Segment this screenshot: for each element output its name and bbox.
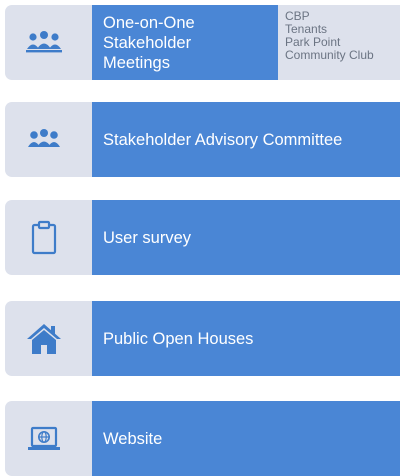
icon-tab (5, 200, 100, 275)
process-item-survey: User survey (5, 200, 400, 275)
people-group-icon (28, 129, 60, 147)
icon-tab (5, 102, 100, 177)
process-label: Public Open Houses (103, 329, 254, 348)
people-group-icon (26, 31, 62, 53)
process-item-meetings: One-on-One Stakeholder Meetings CBP Tena… (5, 5, 400, 80)
process-label: User survey (103, 228, 192, 247)
icon-tab (5, 401, 100, 476)
process-label: Website (103, 429, 163, 448)
process-bar: User survey (92, 200, 400, 275)
process-label: One-on-One Stakeholder Meetings (103, 13, 195, 72)
process-item-open-houses: Public Open Houses (5, 301, 400, 376)
stakeholder-list: CBP Tenants Park Point Community Club (278, 5, 400, 80)
clipboard-icon (31, 220, 57, 255)
icon-tab (5, 5, 100, 80)
process-bar: Website (92, 401, 400, 476)
laptop-globe-icon (28, 426, 60, 450)
process-bar: Public Open Houses (92, 301, 400, 376)
process-label: Stakeholder Advisory Committee (103, 130, 343, 149)
house-icon (27, 324, 61, 354)
process-bar: Stakeholder Advisory Committee (92, 102, 400, 177)
process-item-website: Website (5, 401, 400, 476)
process-bar: One-on-One Stakeholder Meetings (92, 5, 278, 80)
stakeholder-item: Community Club (285, 48, 374, 62)
icon-tab (5, 301, 100, 376)
process-item-committee: Stakeholder Advisory Committee (5, 102, 400, 177)
